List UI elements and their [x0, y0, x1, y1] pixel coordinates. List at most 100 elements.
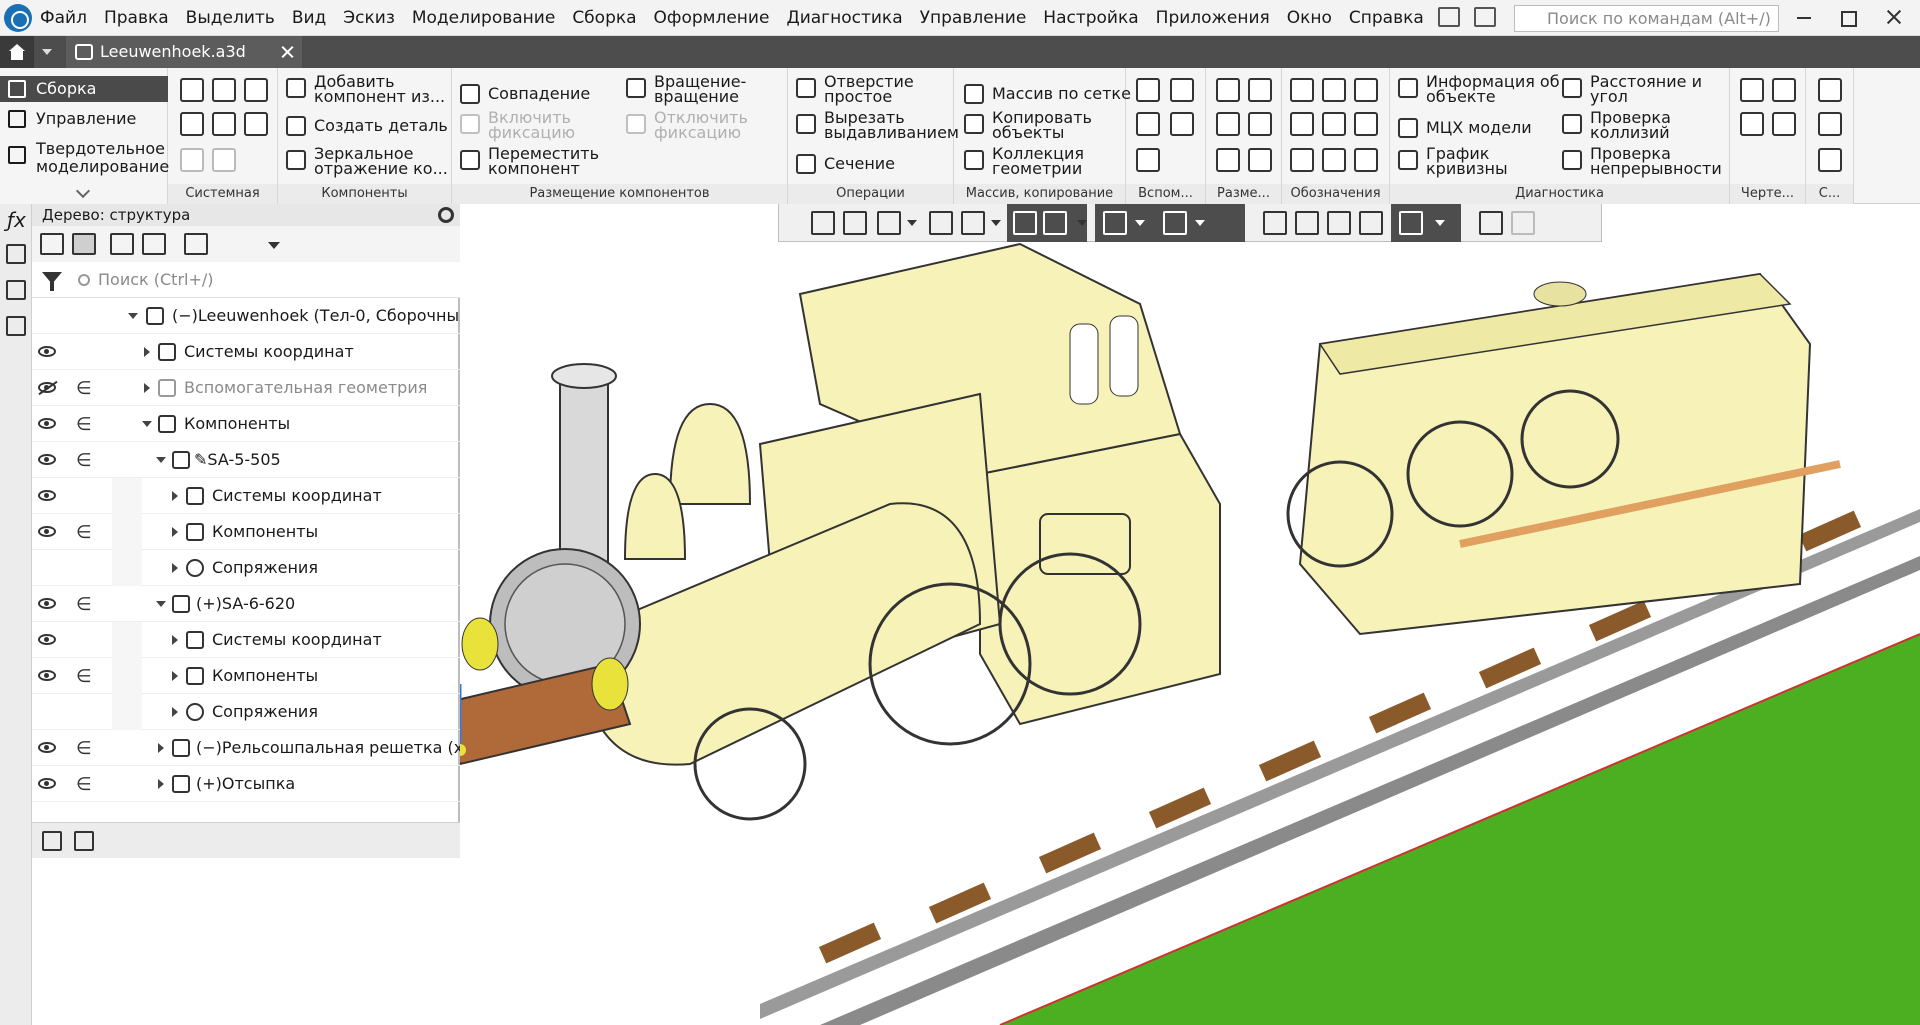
marking-icon[interactable]: [1354, 112, 1378, 136]
shaded-icon[interactable]: [1013, 211, 1037, 235]
menu-manage[interactable]: Управление: [920, 8, 1027, 28]
chevron-down-icon[interactable]: [75, 183, 91, 199]
tree-row[interactable]: ∈ (+)SA-6-620: [32, 586, 460, 622]
menu-sketch[interactable]: Эскиз: [343, 8, 395, 28]
group-label[interactable]: Операции: [788, 184, 953, 204]
eye-icon[interactable]: [38, 598, 56, 609]
command-search-input[interactable]: Поиск по командам (Alt+/): [1514, 5, 1779, 32]
expand-icon[interactable]: [158, 779, 164, 789]
menu-help[interactable]: Справка: [1349, 8, 1424, 28]
locomotive-model[interactable]: Y: [460, 204, 1920, 1025]
tree-row[interactable]: Сопряжения: [32, 694, 460, 730]
linear-dim-icon[interactable]: [1216, 78, 1240, 102]
chevron-down-icon[interactable]: [991, 220, 1001, 226]
eye-icon[interactable]: [38, 634, 56, 645]
tree-row[interactable]: Системы координат: [32, 334, 460, 370]
properties-icon[interactable]: [6, 316, 26, 336]
auto-dim-icon[interactable]: [1216, 148, 1240, 172]
drawing-icon[interactable]: [1740, 78, 1764, 102]
expand-icon[interactable]: [144, 383, 150, 393]
menu-apps[interactable]: Приложения: [1156, 8, 1270, 28]
eye-icon[interactable]: [38, 778, 56, 789]
save-icon[interactable]: [244, 78, 268, 102]
expand-icon[interactable]: [156, 601, 166, 607]
print-icon[interactable]: [180, 112, 204, 136]
orient-icon[interactable]: [811, 211, 835, 235]
add-object-icon[interactable]: [1818, 78, 1842, 102]
chevron-down-icon[interactable]: [1195, 220, 1205, 226]
wireframe-icon[interactable]: [1043, 211, 1067, 235]
drawing-table-icon[interactable]: [1772, 112, 1796, 136]
display-style-icon[interactable]: [1327, 211, 1351, 235]
leader-icon[interactable]: [1290, 78, 1314, 102]
expand-icon[interactable]: [158, 743, 164, 753]
expand-icon[interactable]: [156, 457, 166, 463]
mode-solid-modeling[interactable]: Твердотельное моделирование: [0, 140, 169, 176]
tree-row[interactable]: Системы координат: [32, 622, 460, 658]
chevron-down-icon[interactable]: [1435, 220, 1445, 226]
tree-display-icon[interactable]: [110, 233, 134, 255]
chevron-down-icon[interactable]: [907, 220, 917, 226]
tree-row[interactable]: Системы координат: [32, 478, 460, 514]
tree-row[interactable]: (−)Leeuwenhoek (Тел-0, Сборочных е: [32, 298, 483, 334]
tree-row[interactable]: ∈ Компоненты: [32, 658, 460, 694]
view-fit-icon[interactable]: [843, 211, 867, 235]
point-icon[interactable]: [1170, 112, 1194, 136]
expand-icon[interactable]: [144, 347, 150, 357]
variables-icon[interactable]: ƒx: [7, 208, 26, 232]
object-search-icon[interactable]: [1818, 112, 1842, 136]
menu-format[interactable]: Оформление: [654, 8, 770, 28]
menu-modeling[interactable]: Моделирование: [412, 8, 555, 28]
section-view-icon[interactable]: [1263, 211, 1287, 235]
menu-file[interactable]: Файл: [40, 8, 87, 28]
menu-edit[interactable]: Правка: [104, 8, 169, 28]
mark-edit-icon[interactable]: [1322, 148, 1346, 172]
expand-icon[interactable]: [172, 671, 178, 681]
eye-icon[interactable]: [38, 418, 56, 429]
home-button[interactable]: [0, 36, 34, 68]
new-file-icon[interactable]: [180, 78, 204, 102]
pen-icon[interactable]: [1511, 211, 1535, 235]
menu-diagnostics[interactable]: Диагностика: [786, 8, 902, 28]
tree-row[interactable]: ∈ Компоненты: [32, 514, 460, 550]
chevron-down-icon[interactable]: [1077, 220, 1087, 226]
app-logo-icon[interactable]: [4, 4, 32, 32]
eye-icon[interactable]: [38, 454, 56, 465]
screen-settings-icon[interactable]: [1474, 7, 1496, 27]
tree-row[interactable]: ∈ (−)Рельсошпальная решетка (x2): [32, 730, 480, 766]
3d-viewport[interactable]: Y: [460, 204, 1920, 1025]
redo-icon[interactable]: [212, 148, 236, 172]
tolerance-icon[interactable]: [1322, 112, 1346, 136]
tree-icon[interactable]: [6, 280, 26, 300]
expand-icon[interactable]: [172, 527, 178, 537]
maximize-button[interactable]: [1838, 8, 1858, 27]
eye-icon[interactable]: [38, 670, 56, 681]
tree-search-input[interactable]: Поиск (Ctrl+/): [76, 267, 452, 293]
drawing-view-icon[interactable]: [1772, 78, 1796, 102]
menu-window[interactable]: Окно: [1287, 8, 1332, 28]
eye-icon[interactable]: [38, 742, 56, 753]
eye-hidden-icon[interactable]: [38, 382, 56, 393]
show-icon[interactable]: [1163, 211, 1187, 235]
layers-icon[interactable]: [6, 244, 26, 264]
chevron-down-icon[interactable]: [1135, 220, 1145, 226]
expand-icon[interactable]: [172, 563, 178, 573]
minimize-button[interactable]: [1794, 8, 1814, 26]
angle-dim-icon[interactable]: [1216, 112, 1240, 136]
chevron-down-icon[interactable]: [268, 242, 280, 249]
tree-structure-icon[interactable]: [40, 233, 64, 255]
panel-layout-icon[interactable]: [1438, 7, 1460, 27]
layers-visibility-icon[interactable]: [1359, 211, 1383, 235]
tab-document[interactable]: Leeuwenhoek.a3d: [66, 36, 302, 68]
mode-manage[interactable]: Управление: [0, 106, 168, 132]
eye-icon[interactable]: [38, 346, 56, 357]
expand-icon[interactable]: [142, 421, 152, 427]
tree-view-icon[interactable]: [72, 233, 96, 255]
preview-icon[interactable]: [212, 112, 236, 136]
pan-icon[interactable]: [929, 211, 953, 235]
undo-icon[interactable]: [180, 148, 204, 172]
mode-assembly[interactable]: Сборка: [0, 76, 168, 102]
tree-filter-options-icon[interactable]: [184, 233, 208, 255]
measure-icon[interactable]: [1479, 211, 1503, 235]
perspective-icon[interactable]: [1295, 211, 1319, 235]
